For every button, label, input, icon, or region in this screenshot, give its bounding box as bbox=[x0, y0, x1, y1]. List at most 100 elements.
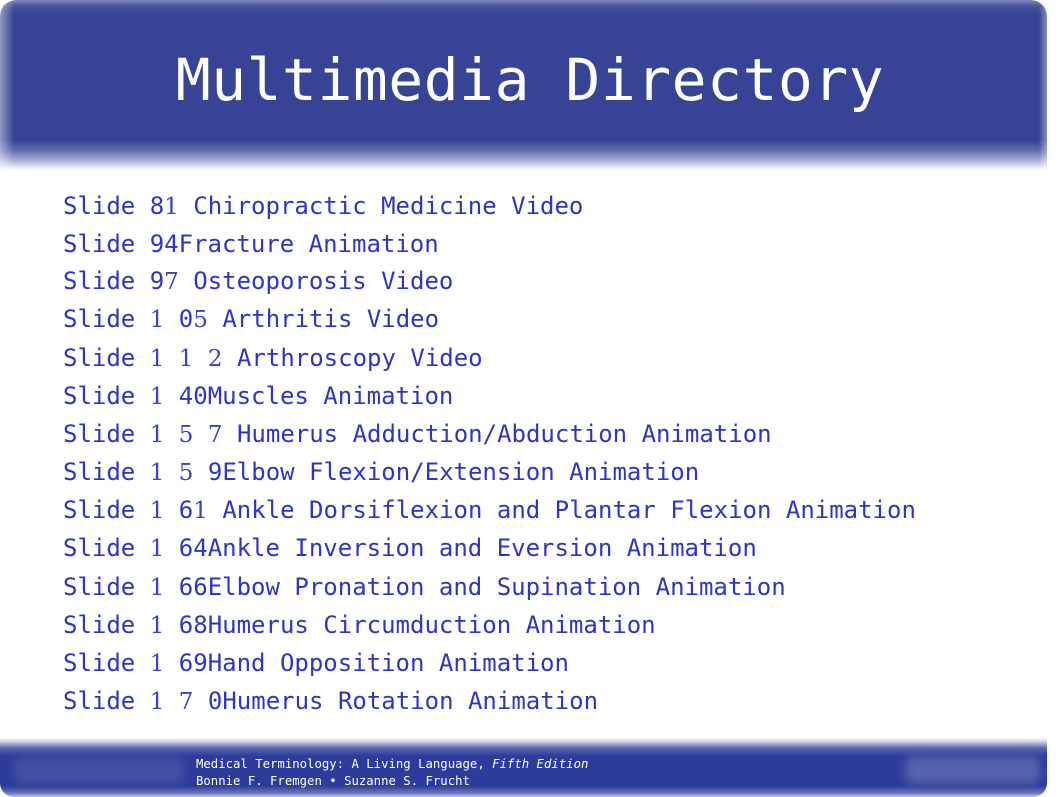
footer-citation: Medical Terminology: A Living Language, … bbox=[196, 756, 588, 790]
entry-label: Elbow Pronation and Supination Animation bbox=[207, 572, 786, 601]
entry-label: Hand Opposition Animation bbox=[207, 648, 569, 677]
slide-number-part bbox=[223, 420, 237, 448]
slide-number-part: 5 bbox=[178, 421, 194, 448]
multimedia-entry[interactable]: Slide 1 69Hand Opposition Animation bbox=[63, 645, 916, 683]
entry-label: Osteoporosis Video bbox=[193, 267, 454, 296]
slide-number: 1 68 bbox=[150, 611, 208, 639]
slide-number-part: 5 bbox=[193, 307, 208, 334]
slide-number-part: 94 bbox=[149, 230, 179, 259]
slide-prefix: Slide bbox=[63, 458, 150, 487]
entry-label: Arthroscopy Video bbox=[236, 343, 483, 372]
slide-number-part bbox=[164, 687, 178, 715]
slide-prefix: Slide bbox=[63, 192, 150, 220]
slide-number-part: 64 bbox=[164, 534, 208, 563]
entry-label: Arthritis Video bbox=[222, 305, 440, 334]
slide-prefix: Slide bbox=[63, 381, 150, 410]
entry-label: Muscles Animation bbox=[207, 381, 454, 410]
slide-prefix: Slide bbox=[63, 610, 150, 639]
entry-label: Humerus Adduction/Abduction Animation bbox=[236, 419, 772, 448]
slide-prefix: Slide bbox=[63, 230, 150, 259]
slide-number: 94 bbox=[150, 230, 179, 258]
slide-number: 81 bbox=[150, 192, 194, 220]
slide-number: 1 05 bbox=[150, 305, 223, 333]
slide-number-part: 5 bbox=[178, 460, 194, 487]
slide-number: 1 64 bbox=[150, 534, 208, 562]
multimedia-list: Slide 81 Chiropractic Medicine Video Slid… bbox=[63, 188, 916, 721]
slide-number-part: 9 bbox=[193, 458, 223, 487]
slide-number-part bbox=[179, 267, 193, 295]
slide-number-part bbox=[164, 420, 178, 448]
slide-number: 1 61 bbox=[150, 496, 223, 524]
slide-number-part bbox=[179, 192, 193, 220]
slide-number-part: 0 bbox=[193, 687, 223, 716]
book-edition: Fifth Edition bbox=[492, 757, 589, 771]
slide-number: 1 66 bbox=[150, 573, 208, 601]
slide-number-part: 7 bbox=[178, 689, 194, 716]
slide-prefix: Slide bbox=[63, 419, 150, 448]
slide-number-part: 1 bbox=[149, 307, 165, 334]
slide-number-part: 6 bbox=[164, 496, 194, 525]
slide-number-part: 9 bbox=[149, 267, 165, 296]
slide-number-part: 1 bbox=[149, 421, 165, 448]
slide-number: 1 69 bbox=[150, 649, 208, 677]
multimedia-entry[interactable]: Slide 1 40Muscles Animation bbox=[63, 378, 916, 416]
multimedia-entry[interactable]: Slide 1 1 2 Arthroscopy Video bbox=[63, 340, 916, 378]
slide-prefix: Slide bbox=[63, 496, 150, 525]
slide-number: 1 1 2 bbox=[150, 344, 237, 372]
entry-label: Ankle Inversion and Eversion Animation bbox=[207, 534, 757, 563]
slide-prefix: Slide bbox=[63, 267, 150, 296]
multimedia-entry[interactable]: Slide 1 66Elbow Pronation and Supination… bbox=[63, 569, 916, 607]
slide-number: 97 bbox=[150, 267, 194, 295]
entry-label: Elbow Flexion/Extension Animation bbox=[222, 458, 700, 487]
slide-number-part: 1 bbox=[149, 574, 165, 601]
page-title: Multimedia Directory bbox=[175, 46, 885, 114]
slide-number-part: 1 bbox=[178, 345, 194, 372]
multimedia-entry[interactable]: Slide 1 64Ankle Inversion and Eversion A… bbox=[63, 530, 916, 568]
entry-label: Humerus Rotation Animation bbox=[222, 687, 599, 716]
entry-label: Chiropractic Medicine Video bbox=[193, 192, 584, 220]
slide-number-part: 1 bbox=[149, 612, 165, 639]
slide-number-part: 66 bbox=[164, 572, 208, 601]
multimedia-entry[interactable]: Slide 1 68Humerus Circumduction Animatio… bbox=[63, 607, 916, 645]
slide-number-part: 8 bbox=[149, 192, 165, 220]
multimedia-entry[interactable]: Slide 94Fracture Animation bbox=[63, 226, 916, 263]
slide-prefix: Slide bbox=[63, 648, 150, 677]
entry-label: Ankle Dorsiflexion and Plantar Flexion A… bbox=[222, 496, 916, 525]
book-authors: Bonnie F. Fremgen • Suzanne S. Frucht bbox=[196, 774, 470, 788]
entry-label: Fracture Animation bbox=[178, 230, 439, 259]
slide-number-part: 1 bbox=[164, 194, 179, 220]
slide-prefix: Slide bbox=[63, 572, 150, 601]
slide-number-part: 40 bbox=[164, 381, 208, 410]
multimedia-entry[interactable]: Slide 97 Osteoporosis Video bbox=[63, 263, 916, 301]
multimedia-entry[interactable]: Slide 1 5 7 Humerus Adduction/Abduction … bbox=[63, 416, 916, 454]
blurred-footer-logo-left bbox=[14, 756, 184, 784]
multimedia-entry[interactable]: Slide 81 Chiropractic Medicine Video bbox=[63, 188, 916, 226]
multimedia-entry[interactable]: Slide 1 61 Ankle Dorsiflexion and Planta… bbox=[63, 492, 916, 530]
slide-number-part: 0 bbox=[164, 305, 194, 334]
slide-number-part bbox=[164, 458, 178, 486]
slide-number-part: 69 bbox=[164, 648, 208, 677]
slide-number-part: 1 bbox=[149, 345, 165, 372]
slide-number-part bbox=[223, 344, 237, 372]
slide-prefix: Slide bbox=[63, 534, 150, 563]
slide-number: 1 40 bbox=[150, 382, 208, 410]
slide-prefix: Slide bbox=[63, 343, 150, 372]
slide-number-part: 1 bbox=[149, 460, 165, 487]
slide-number-part: 68 bbox=[164, 610, 208, 639]
multimedia-entry[interactable]: Slide 1 5 9Elbow Flexion/Extension Anima… bbox=[63, 454, 916, 492]
slide-number-part bbox=[208, 305, 222, 333]
slide-number-part: 1 bbox=[149, 383, 165, 410]
multimedia-entry[interactable]: Slide 1 05 Arthritis Video bbox=[63, 301, 916, 339]
publisher-logo bbox=[905, 756, 1040, 784]
slide-number-part bbox=[193, 344, 207, 372]
slide-number: 1 7 0 bbox=[150, 687, 223, 715]
slide-number-part: 1 bbox=[149, 498, 165, 525]
slide-number-part bbox=[208, 496, 222, 524]
slide-prefix: Slide bbox=[63, 687, 150, 716]
slide-number-part bbox=[193, 420, 207, 448]
slide-number-part: 7 bbox=[207, 421, 223, 448]
slide-number-part bbox=[164, 344, 178, 372]
slide-number-part: 1 bbox=[193, 498, 208, 525]
entry-label: Humerus Circumduction Animation bbox=[207, 610, 656, 639]
multimedia-entry[interactable]: Slide 1 7 0Humerus Rotation Animation bbox=[63, 683, 916, 721]
